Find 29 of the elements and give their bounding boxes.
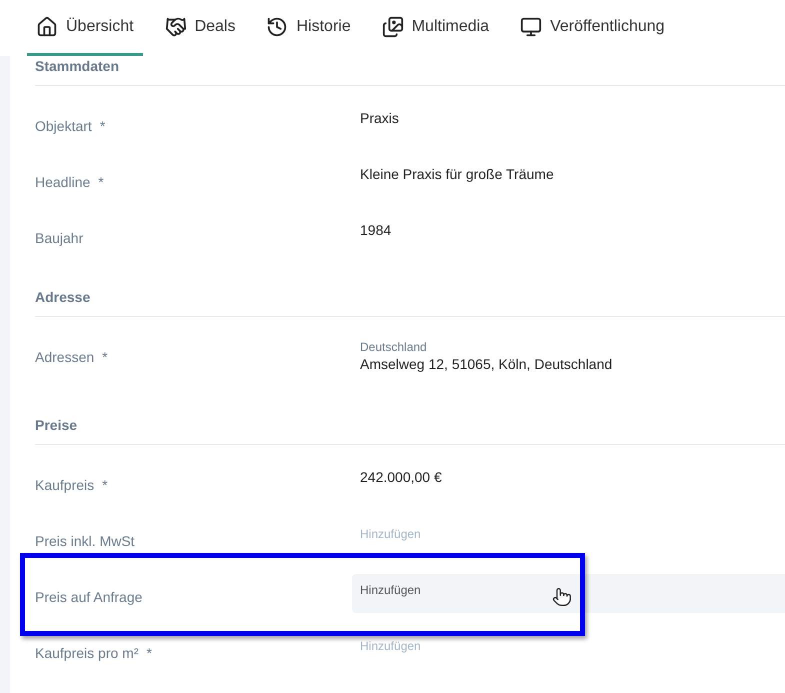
section-title: Stammdaten [35,57,120,76]
tab[interactable]: Veröffentlichung [511,0,674,56]
handshake-icon [164,16,187,38]
field-label: Adressen * [35,349,108,365]
field-label: Preis inkl. MwSt [35,533,135,549]
monitor-icon [520,16,542,38]
home-icon [36,16,58,38]
add-button[interactable]: Hinzufügen [352,574,785,613]
tab[interactable]: Deals [156,0,244,56]
field-label: Kaufpreis pro m² * [35,645,152,661]
history-icon [266,16,288,38]
tab[interactable]: Historie [257,0,360,56]
section-title: Adresse [35,288,90,307]
hand-cursor-icon [552,585,572,609]
field-label: Kaufpreis * [35,477,108,493]
field-label: Baujahr [35,230,84,246]
field-value: Amselweg 12, 51065, Köln, Deutschland [360,355,614,373]
address-country: Deutschland [360,339,428,355]
images-icon [382,16,404,38]
field-label: Preis auf Anfrage [35,589,142,605]
field-label: Headline * [35,174,104,190]
field-value: 242.000,00 € [360,468,442,487]
tab[interactable]: Übersicht [27,0,143,56]
field-value: Kleine Praxis für große Träume [360,165,554,184]
field-value: 1984 [360,221,392,240]
field-label: Objektart * [35,118,106,134]
tab[interactable]: Multimedia [372,0,498,56]
section-title: Preise [35,416,78,435]
field-value: Praxis [360,109,399,128]
